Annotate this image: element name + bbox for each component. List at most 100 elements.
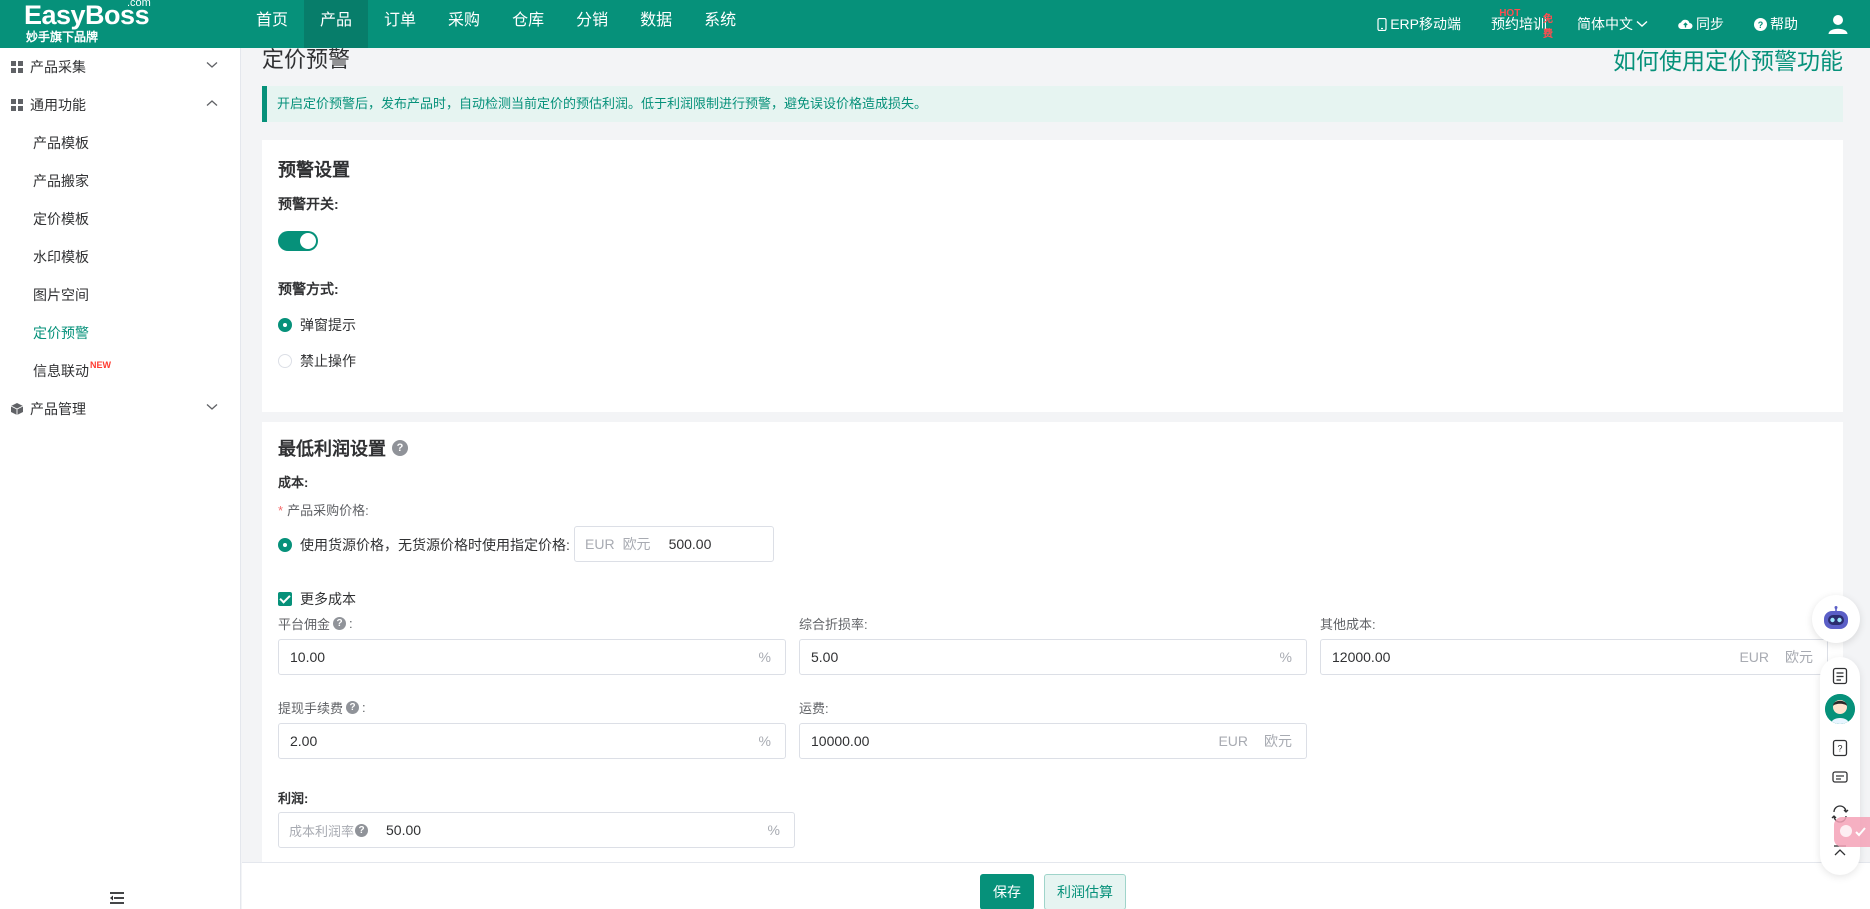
nav-distribution[interactable]: 分销 (560, 0, 624, 48)
cost-label: 成本: (278, 475, 309, 490)
bottom-action-bar: 保存 利润估算 (242, 862, 1870, 909)
erp-mobile-label: ERP移动端 (1390, 16, 1461, 32)
check-icon (1840, 825, 1866, 837)
purchase-price-input[interactable]: EUR 欧元 500.00 (574, 526, 774, 562)
more-cost-checkbox[interactable]: 更多成本 (278, 589, 356, 609)
radio-forbid[interactable]: 禁止操作 (278, 351, 356, 371)
purchase-price-value: 500.00 (668, 536, 712, 552)
nav-home[interactable]: 首页 (240, 0, 304, 48)
language-select[interactable]: 简体中文 (1577, 4, 1648, 44)
svg-text:?: ? (1758, 20, 1764, 30)
top-nav-bar: EasyBoss .com 妙手旗下品牌 首页 产品 订单 采购 仓库 分销 数… (0, 0, 1870, 48)
warning-switch[interactable] (278, 231, 318, 251)
commission-input[interactable]: 10.00 % (278, 639, 786, 675)
floating-tools: ? (1812, 595, 1870, 885)
sync-label: 同步 (1696, 16, 1724, 32)
erp-mobile-link[interactable]: ERP移动端 HOT (1377, 4, 1520, 44)
sidebar-item-label: 信息联动 (33, 363, 89, 379)
notes-icon[interactable] (1831, 667, 1849, 685)
sidebar-item-product-move[interactable]: 产品搬家 (0, 162, 240, 200)
nav-warehouse[interactable]: 仓库 (496, 0, 560, 48)
promo-badge[interactable] (1834, 817, 1870, 847)
sidebar-item-product-template[interactable]: 产品模板 (0, 124, 240, 162)
question-icon[interactable]: ? (392, 440, 408, 456)
discount-value: 5.00 (811, 649, 839, 665)
sidebar-group-label: 产品管理 (30, 401, 86, 417)
nav-data[interactable]: 数据 (624, 0, 688, 48)
help-button[interactable]: ? 帮助 (1754, 4, 1798, 44)
nav-order[interactable]: 订单 (368, 0, 432, 48)
new-badge: NEW (90, 360, 111, 370)
sidebar-group-common[interactable]: 通用功能 (0, 86, 240, 124)
chevron-down-icon (206, 62, 218, 68)
user-icon (1828, 15, 1848, 34)
sidebar: 产品采集 通用功能 产品模板 产品搬家 定价模板 水印模板 图片空间 定价预警 … (0, 48, 241, 909)
purchase-price-label: 产品采购价格: (287, 503, 369, 518)
other-cost-value: 12000.00 (1332, 649, 1391, 665)
sidebar-item-watermark-template[interactable]: 水印模板 (0, 238, 240, 276)
discount-input[interactable]: 5.00 % (799, 639, 1307, 675)
other-cost-input[interactable]: 12000.00 EUR 欧元 (1320, 639, 1828, 675)
sidebar-item-image-space[interactable]: 图片空间 (0, 276, 240, 314)
collapse-sidebar-icon[interactable] (108, 889, 126, 907)
warning-settings-card: 预警设置 预警开关: 预警方式: 弹窗提示 禁止操作 (262, 140, 1843, 412)
percent-unit: % (758, 649, 771, 665)
warning-mode-label: 预警方式: (278, 281, 339, 297)
customer-service-avatar[interactable] (1825, 694, 1855, 724)
radio-source-price[interactable]: 使用货源价格，无货源价格时使用指定价格: (278, 535, 570, 555)
nav-system[interactable]: 系统 (688, 0, 752, 48)
label-colon: : (362, 700, 366, 715)
shipping-input[interactable]: 10000.00 EUR 欧元 (799, 723, 1307, 759)
notice-banner: 开启定价预警后，发布产品时，自动检测当前定价的预估利润。低于利润限制进行预警，避… (262, 86, 1843, 122)
radio-forbid-label: 禁止操作 (300, 353, 356, 369)
question-doc-icon[interactable]: ? (1831, 739, 1849, 757)
radio-popup-label: 弹窗提示 (300, 317, 356, 333)
currency-prefix: EUR (585, 536, 615, 552)
nav-purchase[interactable]: 采购 (432, 0, 496, 48)
logo[interactable]: EasyBoss .com 妙手旗下品牌 (0, 0, 240, 48)
how-to-use-link[interactable]: 如何使用定价预警功能 (1613, 48, 1843, 74)
currency-unit-cn: 欧元 (1264, 733, 1292, 749)
margin-prefix: 成本利润率 (289, 823, 355, 839)
side-toolbar: ? (1820, 657, 1870, 875)
label-colon: : (349, 616, 353, 631)
checkbox-checked[interactable] (278, 592, 292, 606)
ai-assistant-button[interactable] (1812, 595, 1860, 643)
sidebar-group-product-manage[interactable]: 产品管理 (0, 390, 240, 428)
sidebar-item-pricing-warning[interactable]: 定价预警 (0, 314, 240, 352)
currency-unit: EUR (1218, 733, 1248, 749)
min-profit-title: 最低利润设置 (278, 439, 386, 459)
training-link[interactable]: 预约培训 免费 (1491, 4, 1553, 44)
sync-button[interactable]: 同步 (1678, 4, 1724, 44)
save-button[interactable]: 保存 (980, 874, 1034, 909)
main-nav: 首页 产品 订单 采购 仓库 分销 数据 系统 (240, 0, 752, 48)
currency-prefix-cn: 欧元 (622, 536, 651, 552)
brand-slogan: 妙手旗下品牌 (26, 30, 99, 44)
radio-button-checked[interactable] (278, 538, 292, 552)
radio-button[interactable] (278, 354, 292, 368)
sidebar-item-pricing-template[interactable]: 定价模板 (0, 200, 240, 238)
grid-icon (11, 61, 23, 73)
sidebar-item-info-link[interactable]: 信息联动 NEW (0, 352, 240, 390)
nav-product[interactable]: 产品 (304, 0, 369, 48)
warning-settings-title: 预警设置 (278, 160, 350, 180)
profit-label: 利润: (278, 791, 309, 806)
question-icon[interactable]: ? (355, 823, 369, 837)
withdraw-fee-input[interactable]: 2.00 % (278, 723, 786, 759)
profit-margin-input[interactable]: 成本利润率 ? 50.00 % (278, 812, 795, 848)
chevron-down-icon (1636, 20, 1648, 27)
profit-margin-value: 50.00 (386, 822, 422, 838)
radio-popup[interactable]: 弹窗提示 (278, 315, 356, 335)
chevron-down-icon (206, 404, 218, 410)
question-icon[interactable]: ? (333, 617, 347, 630)
user-avatar[interactable] (1828, 4, 1848, 44)
radio-button-checked[interactable] (278, 318, 292, 332)
min-profit-card: 最低利润设置 ? 成本: * 产品采购价格: 使用货源价格，无货源价格时使用指定价… (262, 422, 1843, 862)
message-icon[interactable] (1831, 769, 1849, 787)
sidebar-group-collect[interactable]: 产品采集 (0, 48, 240, 86)
warning-switch-label: 预警开关: (278, 196, 339, 212)
commission-label: 平台佣金 (278, 617, 331, 632)
profit-estimate-button[interactable]: 利润估算 (1044, 874, 1126, 909)
free-badge: 免费 (1543, 14, 1553, 40)
question-icon[interactable]: ? (346, 701, 360, 714)
